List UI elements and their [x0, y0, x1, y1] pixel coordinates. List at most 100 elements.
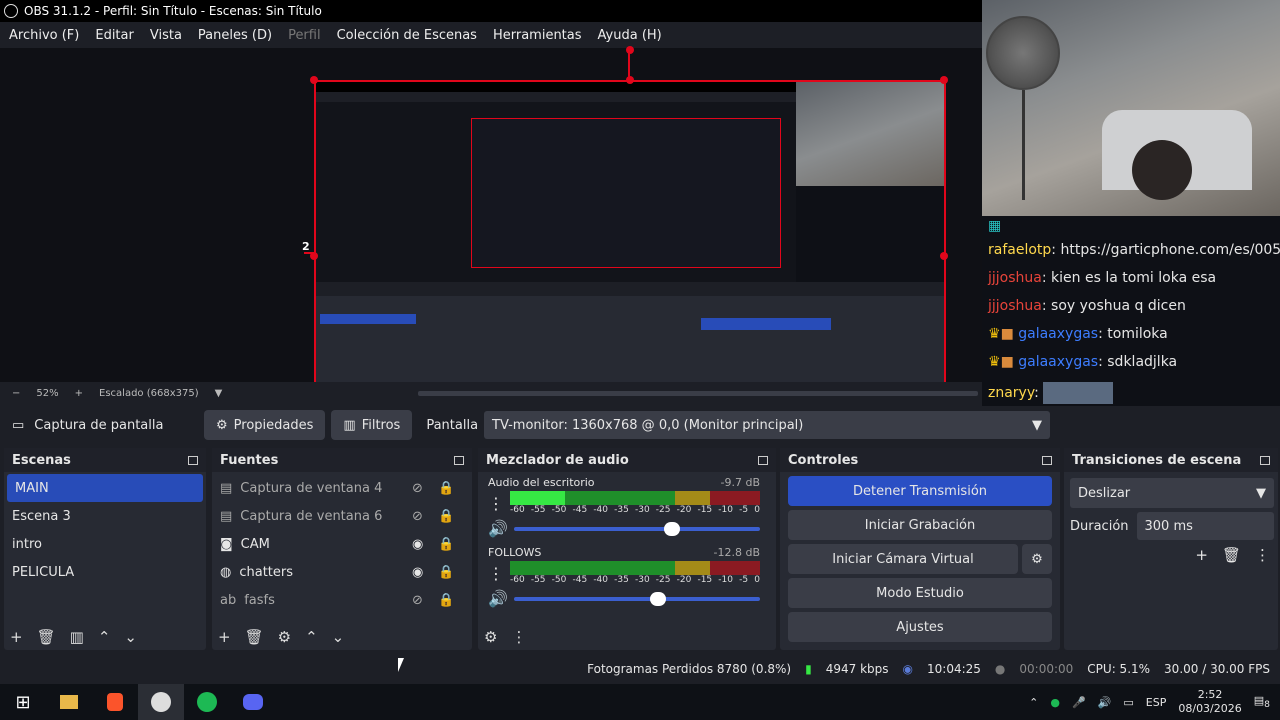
source-item[interactable]: ab fasfs ⊘ 🔒	[212, 586, 472, 614]
filter-icon[interactable]: ▥	[70, 628, 84, 646]
more-icon[interactable]: ⋮	[488, 494, 504, 513]
resize-handle[interactable]	[626, 46, 634, 54]
horizontal-scrollbar[interactable]	[418, 390, 979, 396]
down-icon[interactable]: ⌄	[124, 628, 137, 646]
transition-select[interactable]: Deslizar ▼	[1070, 478, 1274, 508]
zoom-in-icon[interactable]: +	[75, 388, 83, 399]
meter-ticks: -60 -55 -50 -45 -40 -35 -30 -25 -20 -15 -10 -5 0	[510, 575, 760, 585]
globe-icon: ◍	[220, 564, 232, 580]
bitrate: 4947 kbps	[825, 662, 889, 676]
resize-handle[interactable]	[626, 76, 634, 84]
notification-icon[interactable]: ▤8	[1254, 694, 1270, 710]
microphone-icon[interactable]: 🎤	[1072, 696, 1086, 709]
language-indicator[interactable]: ESP	[1146, 696, 1167, 709]
lock-icon[interactable]: 🔒	[438, 593, 454, 608]
trash-icon[interactable]: 🗑	[37, 628, 56, 646]
duration-input[interactable]: 300 ms	[1136, 512, 1274, 540]
menu-editar[interactable]: Editar	[86, 28, 141, 43]
undock-icon[interactable]	[758, 455, 768, 465]
source-item[interactable]: ▤ Captura de ventana 6 ⊘ 🔒	[212, 502, 472, 530]
undock-icon[interactable]	[1260, 455, 1270, 465]
mixer-channel: Audio del escritorio -9.7 dB ⋮ -60 -55 -50-…	[488, 476, 760, 538]
eye-hidden-icon[interactable]: ⊘	[412, 481, 423, 496]
tray-chevron-icon[interactable]: ⌃	[1029, 696, 1038, 709]
lock-icon[interactable]: 🔒	[438, 481, 454, 496]
up-icon[interactable]: ⌃	[305, 628, 318, 646]
virtual-camera-button[interactable]: Iniciar Cámara Virtual	[788, 544, 1018, 574]
screen-select[interactable]: TV-monitor: 1360x768 @ 0,0 (Monitor prin…	[484, 411, 1051, 439]
discord-icon[interactable]	[230, 684, 276, 720]
obs-icon	[4, 4, 18, 18]
file-explorer-icon[interactable]	[46, 684, 92, 720]
menu-paneles[interactable]: Paneles (D)	[189, 28, 279, 43]
add-icon[interactable]: +	[218, 628, 231, 646]
clock[interactable]: 2:52 08/03/2026	[1178, 688, 1241, 716]
more-icon[interactable]: ⋮	[488, 564, 504, 583]
speaker-icon[interactable]: 🔊	[488, 589, 508, 608]
obs-taskbar-icon[interactable]	[138, 684, 184, 720]
record-icon: ●	[994, 662, 1006, 676]
zoom-out-icon[interactable]: −	[12, 388, 20, 399]
menu-vista[interactable]: Vista	[141, 28, 189, 43]
meter-ticks: -60 -55 -50 -45 -40 -35 -30 -25 -20 -15 -10 -5 0	[510, 505, 760, 515]
menu-perfil[interactable]: Perfil	[279, 28, 328, 43]
scene-item-main[interactable]: MAIN	[7, 474, 203, 502]
nested-capture[interactable]	[314, 80, 946, 384]
properties-button[interactable]: ⚙ Propiedades	[204, 410, 326, 440]
windows-start-icon[interactable]: ⊞	[0, 684, 46, 720]
add-icon[interactable]: +	[10, 628, 23, 646]
start-recording-button[interactable]: Iniciar Grabación	[788, 510, 1052, 540]
trash-icon[interactable]: 🗑	[1222, 546, 1241, 564]
eye-icon[interactable]: ◉	[412, 565, 423, 580]
eye-hidden-icon[interactable]: ⊘	[412, 593, 423, 608]
volume-slider[interactable]	[513, 521, 760, 536]
gear-icon[interactable]: ⚙	[278, 628, 291, 646]
scene-item[interactable]: PELICULA	[4, 558, 206, 586]
source-item[interactable]: ◙ CAM ◉ 🔒	[212, 530, 472, 558]
resize-handle[interactable]	[310, 252, 318, 260]
add-icon[interactable]: +	[1195, 546, 1208, 564]
studio-mode-button[interactable]: Modo Estudio	[788, 578, 1052, 608]
tray-app-icon[interactable]: ●	[1050, 696, 1060, 709]
menu-archivo[interactable]: Archivo (F)	[0, 28, 86, 43]
lock-icon[interactable]: 🔒	[438, 565, 454, 580]
gear-icon[interactable]: ⚙	[484, 628, 497, 646]
trash-icon[interactable]: 🗑	[245, 628, 264, 646]
eye-hidden-icon[interactable]: ⊘	[412, 509, 423, 524]
more-icon[interactable]: ⋮	[511, 628, 526, 646]
resize-handle[interactable]	[310, 76, 318, 84]
source-item[interactable]: ◍ chatters ◉ 🔒	[212, 558, 472, 586]
eye-icon[interactable]: ◉	[412, 537, 423, 552]
volume-slider[interactable]	[513, 591, 760, 606]
stop-stream-button[interactable]: Detener Transmisión	[788, 476, 1052, 506]
chevron-down-icon: ▼	[1256, 485, 1266, 501]
spotify-icon[interactable]	[184, 684, 230, 720]
menu-ayuda[interactable]: Ayuda (H)	[589, 28, 669, 43]
menu-coleccion[interactable]: Colección de Escenas	[328, 28, 484, 43]
source-item[interactable]: ▤ Captura de ventana 4 ⊘ 🔒	[212, 474, 472, 502]
brave-icon[interactable]	[92, 684, 138, 720]
virtual-camera-settings-icon[interactable]: ⚙	[1022, 544, 1052, 574]
resize-handle[interactable]	[940, 252, 948, 260]
network-icon[interactable]: ▭	[1123, 696, 1133, 709]
scene-item[interactable]: Escena 3	[4, 502, 206, 530]
resize-handle[interactable]	[940, 76, 948, 84]
monitor-icon: ▭	[12, 417, 25, 433]
scale-dropdown-icon[interactable]: ▼	[215, 388, 223, 399]
undock-icon[interactable]	[1042, 455, 1052, 465]
undock-icon[interactable]	[188, 455, 198, 465]
scene-item[interactable]: intro	[4, 530, 206, 558]
menu-herramientas[interactable]: Herramientas	[484, 28, 589, 43]
speaker-icon[interactable]: 🔊	[488, 519, 508, 538]
fps: 30.00 / 30.00 FPS	[1164, 662, 1270, 676]
settings-button[interactable]: Ajustes	[788, 612, 1052, 642]
more-icon[interactable]: ⋮	[1255, 546, 1270, 564]
up-icon[interactable]: ⌃	[98, 628, 111, 646]
filters-button[interactable]: ▥ Filtros	[331, 410, 413, 440]
lock-icon[interactable]: 🔒	[438, 537, 454, 552]
window-title: OBS 31.1.2 - Perfil: Sin Título - Escena…	[24, 4, 322, 18]
undock-icon[interactable]	[454, 455, 464, 465]
down-icon[interactable]: ⌄	[332, 628, 345, 646]
lock-icon[interactable]: 🔒	[438, 509, 454, 524]
volume-icon[interactable]: 🔊	[1098, 696, 1112, 709]
